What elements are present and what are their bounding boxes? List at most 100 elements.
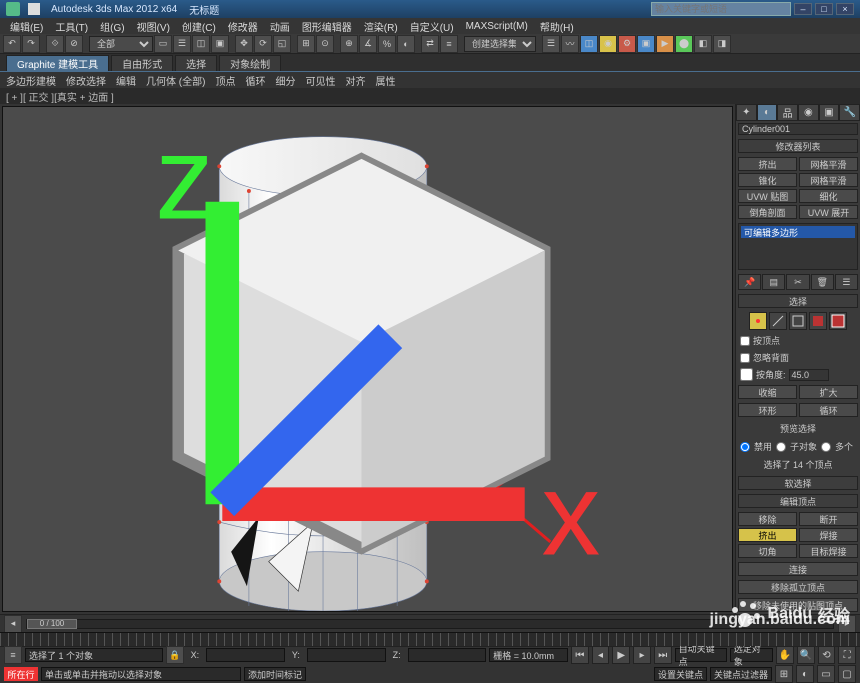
menu-maxscript[interactable]: MAXScript(M) [460, 21, 534, 32]
sub-polymod[interactable]: 多边形建模 [6, 73, 56, 88]
btn-remove[interactable]: 移除 [738, 512, 797, 526]
sub-loop[interactable]: 循环 [245, 73, 265, 88]
refcoord-button[interactable]: ⊞ [297, 35, 315, 53]
nav-fov[interactable]: ◐ [796, 665, 814, 683]
snap-button[interactable]: ⊕ [340, 35, 358, 53]
nav-region[interactable]: ▭ [817, 665, 835, 683]
sub-edit[interactable]: 编辑 [116, 73, 136, 88]
btn-target-weld[interactable]: 目标焊接 [799, 544, 858, 558]
nav-orbit[interactable]: ⟲ [818, 646, 836, 664]
select-button[interactable]: ▭ [154, 35, 172, 53]
btn-remove-unused[interactable]: 移除未使用的贴图顶点 [738, 598, 858, 612]
menu-tools[interactable]: 工具(T) [49, 19, 94, 34]
nav-max[interactable]: ⛶ [838, 646, 856, 664]
nav-min[interactable]: ▢ [838, 665, 856, 683]
rect-region-button[interactable]: ◫ [192, 35, 210, 53]
scale-button[interactable]: ◱ [273, 35, 291, 53]
render-button[interactable]: ▶ [656, 35, 674, 53]
so-element[interactable] [829, 312, 847, 330]
minimize-button[interactable]: – [794, 3, 812, 15]
show-result[interactable]: ▤ [762, 274, 785, 290]
angle-snap-button[interactable]: ∡ [359, 35, 377, 53]
coord-y[interactable] [307, 648, 386, 662]
btn-grow[interactable]: 扩大 [799, 385, 858, 399]
tab-motion[interactable]: ◉ [798, 104, 819, 121]
btn-shrink[interactable]: 收缩 [738, 385, 797, 399]
tab-utilities[interactable]: 🔧 [839, 104, 860, 121]
curve-editor-button[interactable]: 〰 [561, 35, 579, 53]
ribbon-tab-selection[interactable]: 选择 [175, 55, 217, 71]
slider-track[interactable]: 0 / 100 [26, 619, 834, 629]
btn-meshsmooth[interactable]: 网格平滑 [799, 157, 858, 171]
add-time-tag[interactable]: 添加时间标记 [244, 667, 306, 681]
remove-mod[interactable]: 🗑 [811, 274, 834, 290]
play-back[interactable]: ◂ [592, 646, 610, 664]
viewport-label[interactable]: [ + ][ 正交 ][真实 + 边面 ] [0, 88, 860, 104]
coord-z[interactable] [408, 648, 487, 662]
render-setup-button[interactable]: ⚙ [618, 35, 636, 53]
nav-zoom[interactable]: 🔍 [797, 646, 815, 664]
ribbon-tab-graphite[interactable]: Graphite 建模工具 [6, 55, 109, 71]
pivot-button[interactable]: ⊙ [316, 35, 334, 53]
menu-customize[interactable]: 自定义(U) [404, 19, 460, 34]
chk-by-vertex[interactable] [740, 336, 750, 346]
menu-grapheditors[interactable]: 图形编辑器 [296, 19, 358, 34]
align-button[interactable]: ≡ [440, 35, 458, 53]
key-filters[interactable]: 关键点过滤器 [710, 667, 772, 681]
layers-button[interactable]: ☰ [542, 35, 560, 53]
nav-pan[interactable]: ✋ [776, 646, 794, 664]
sub-modify[interactable]: 修改选择 [66, 73, 106, 88]
so-border[interactable] [789, 312, 807, 330]
track-bar[interactable] [0, 632, 860, 646]
tb-extra1[interactable]: ◧ [694, 35, 712, 53]
menu-view[interactable]: 视图(V) [131, 19, 176, 34]
rollout-selection[interactable]: 选择 [738, 294, 858, 308]
timeline-prev[interactable]: ◂ [4, 615, 22, 633]
tab-create[interactable]: ✦ [736, 104, 757, 121]
quick-render-button[interactable]: ⬤ [675, 35, 693, 53]
rollout-editvert[interactable]: 编辑顶点 [738, 494, 858, 508]
tab-hierarchy[interactable]: 品 [777, 104, 798, 121]
btn-taper[interactable]: 锥化 [738, 173, 797, 187]
maxscript-mini[interactable]: ≡ [4, 646, 22, 664]
slider-thumb[interactable]: 0 / 100 [27, 619, 77, 629]
rad-off[interactable] [740, 442, 750, 452]
so-polygon[interactable] [809, 312, 827, 330]
tab-display[interactable]: ▣ [819, 104, 840, 121]
menu-render[interactable]: 渲染(R) [358, 19, 404, 34]
rollout-softsel[interactable]: 软选择 [738, 476, 858, 490]
ribbon-tab-freeform[interactable]: 自由形式 [111, 55, 173, 71]
make-unique[interactable]: ✂ [786, 274, 809, 290]
move-button[interactable]: ✥ [235, 35, 253, 53]
play-prev[interactable]: ⏮ [571, 646, 589, 664]
configure-sets[interactable]: ☰ [835, 274, 858, 290]
btn-break[interactable]: 断开 [799, 512, 858, 526]
pin-stack[interactable]: 📌 [738, 274, 761, 290]
window-crossing-button[interactable]: ▣ [211, 35, 229, 53]
unlink-button[interactable]: ⊘ [65, 35, 83, 53]
btn-extrude-quick[interactable]: 挤出 [738, 157, 797, 171]
mod-editable-poly[interactable]: 可编辑多边形 [741, 226, 855, 238]
play[interactable]: ▶ [612, 646, 630, 664]
btn-uvw[interactable]: UVW 贴图 [738, 189, 797, 203]
nav-zoom-ext[interactable]: ⊞ [775, 665, 793, 683]
link-button[interactable]: ⟐ [46, 35, 64, 53]
percent-snap-button[interactable]: % [378, 35, 396, 53]
btn-meshsmooth2[interactable]: 网格平滑 [799, 173, 858, 187]
btn-weld[interactable]: 焊接 [799, 528, 858, 542]
sub-props[interactable]: 属性 [375, 73, 395, 88]
menu-help[interactable]: 帮助(H) [534, 19, 580, 34]
key-filter-sel[interactable]: 选定对象 [730, 648, 773, 662]
selection-filter[interactable]: 全部 [89, 36, 153, 52]
angle-input[interactable]: 45.0 [789, 369, 829, 381]
chk-by-angle[interactable] [740, 368, 753, 381]
btn-tessellate[interactable]: 细化 [799, 189, 858, 203]
btn-loop[interactable]: 循环 [799, 403, 858, 417]
time-slider[interactable]: ◂ 0 / 100 ▸ [0, 614, 860, 632]
render-frame-button[interactable]: ▣ [637, 35, 655, 53]
btn-unwrap[interactable]: UVW 展开 [799, 205, 858, 219]
lock-selection[interactable]: 🔒 [166, 646, 184, 664]
btn-remove-iso[interactable]: 移除孤立顶点 [738, 580, 858, 594]
menu-group[interactable]: 组(G) [94, 19, 130, 34]
play-end[interactable]: ⏭ [654, 646, 672, 664]
